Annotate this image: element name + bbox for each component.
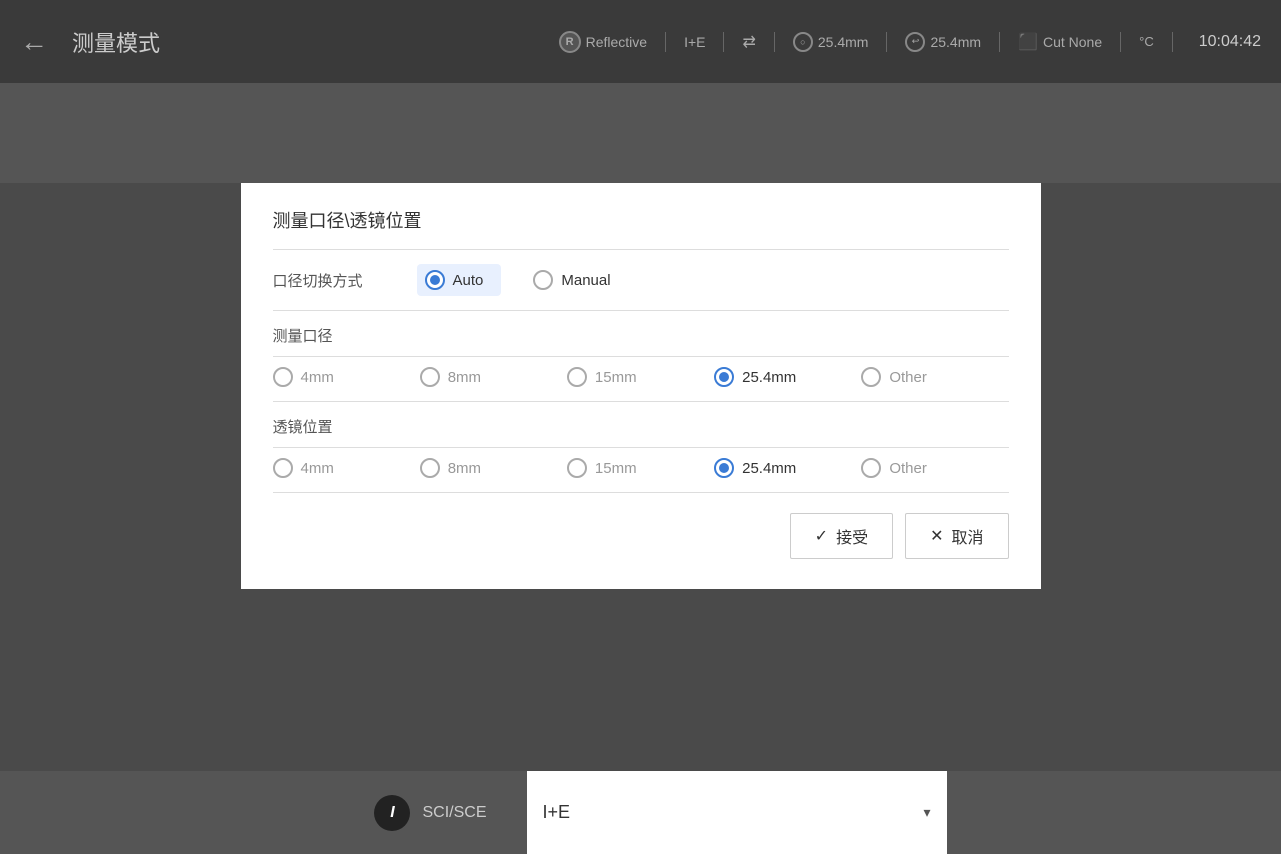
diameter-15mm[interactable]: 15mm [567,367,714,387]
diameter-4mm-label: 4mm [301,369,334,386]
lens-25-4mm-dot [719,463,729,473]
lens-25-4mm[interactable]: 25.4mm [714,458,861,478]
manual-label: Manual [561,272,610,289]
auto-label: Auto [453,272,484,289]
accept-label: 接受 [836,524,868,548]
ie-value: I+E [543,802,571,823]
diameter-25-4mm[interactable]: 25.4mm [714,367,861,387]
usb-status: ⇄ [742,32,755,52]
sci-sce-box: I SCI/SCE [334,795,526,831]
back-button[interactable]: ← [20,26,48,58]
usb-icon: ⇄ [742,32,755,52]
lens-4mm-radio [273,458,293,478]
panel-title: 测量口径\透镜位置 [273,207,1009,233]
lens-8mm-radio [420,458,440,478]
reflective-label: Reflective [586,34,647,50]
diameter-8mm-radio [420,367,440,387]
sci-badge-icon: I [374,795,410,831]
diameter-25-4mm-radio [714,367,734,387]
cancel-button[interactable]: ✕ 取消 [905,513,1008,559]
lens-other[interactable]: Other [861,458,1008,478]
aperture1-status: ○ 25.4mm [793,32,869,52]
diameter-25-4mm-dot [719,372,729,382]
cancel-icon: ✕ [930,526,943,546]
cut-status: ⬛ Cut None [1018,32,1102,52]
main-panel: 测量口径\透镜位置 口径切换方式 Auto [241,183,1041,589]
page-title: 测量模式 [72,26,543,58]
lens-4mm-label: 4mm [301,460,334,477]
diameter-15mm-radio [567,367,587,387]
aperture1-label: 25.4mm [818,34,869,50]
lens-options-row: 4mm 8mm 15mm [273,448,1009,492]
reflective-status: R Reflective [559,31,647,53]
diameter-switch-group: Auto Manual [417,264,611,296]
lens-25-4mm-radio [714,458,734,478]
diameter-25-4mm-label: 25.4mm [742,369,796,386]
auto-radio-inner: Auto [417,264,502,296]
diameter-15mm-label: 15mm [595,369,637,386]
cancel-label: 取消 [951,524,983,548]
lens-8mm[interactable]: 8mm [420,458,567,478]
reflective-icon: R [559,31,581,53]
diameter-options-row: 4mm 8mm 15mm [273,357,1009,401]
middle-section: 测量口径\透镜位置 口径切换方式 Auto [0,183,1281,771]
button-row: ✓ 接受 ✕ 取消 [273,493,1009,559]
measurement-diameter-title: 测量口径 [273,311,1009,356]
header: ← 测量模式 R Reflective I+E ⇄ ○ 25.4mm ↩ [0,0,1281,83]
ie-label: I+E [684,34,705,50]
manual-radio[interactable]: Manual [533,270,610,290]
status-bar: R Reflective I+E ⇄ ○ 25.4mm ↩ 25.4mm [559,31,1261,53]
accept-button[interactable]: ✓ 接受 [790,513,893,559]
lens-8mm-label: 8mm [448,460,481,477]
lens-15mm[interactable]: 15mm [567,458,714,478]
lens-position-title: 透镜位置 [273,402,1009,447]
celsius-symbol: °C [1139,34,1154,49]
lens-25-4mm-label: 25.4mm [742,460,796,477]
manual-radio-outer [533,270,553,290]
lens-other-label: Other [889,460,927,477]
sci-sce-label: SCI/SCE [422,804,486,822]
diameter-switch-label: 口径切换方式 [273,270,393,291]
aperture2-status: ↩ 25.4mm [905,32,981,52]
auto-radio[interactable]: Auto [417,264,502,296]
aperture2-icon: ↩ [905,32,925,52]
lens-15mm-radio [567,458,587,478]
ie-status: I+E [684,34,705,50]
clock: 10:04:42 [1199,33,1261,51]
aperture2-label: 25.4mm [930,34,981,50]
aperture1-icon: ○ [793,32,813,52]
ie-dropdown-arrow: ▾ [923,804,930,821]
diameter-8mm[interactable]: 8mm [420,367,567,387]
diameter-other[interactable]: Other [861,367,1008,387]
diameter-4mm-radio [273,367,293,387]
cut-label: Cut None [1043,34,1102,50]
ie-dropdown[interactable]: I+E ▾ [527,771,947,854]
auto-radio-dot [430,275,440,285]
top-gray-area [0,83,1281,183]
cut-icon: ⬛ [1018,32,1038,52]
auto-radio-outer [425,270,445,290]
lens-other-radio [861,458,881,478]
accept-icon: ✓ [815,526,828,546]
diameter-4mm[interactable]: 4mm [273,367,420,387]
lens-15mm-label: 15mm [595,460,637,477]
diameter-other-label: Other [889,369,927,386]
diameter-8mm-label: 8mm [448,369,481,386]
lens-4mm[interactable]: 4mm [273,458,420,478]
diameter-switch-row: 口径切换方式 Auto Manual [273,250,1009,310]
diameter-other-radio [861,367,881,387]
bottom-bar: I SCI/SCE I+E ▾ [0,771,1281,854]
